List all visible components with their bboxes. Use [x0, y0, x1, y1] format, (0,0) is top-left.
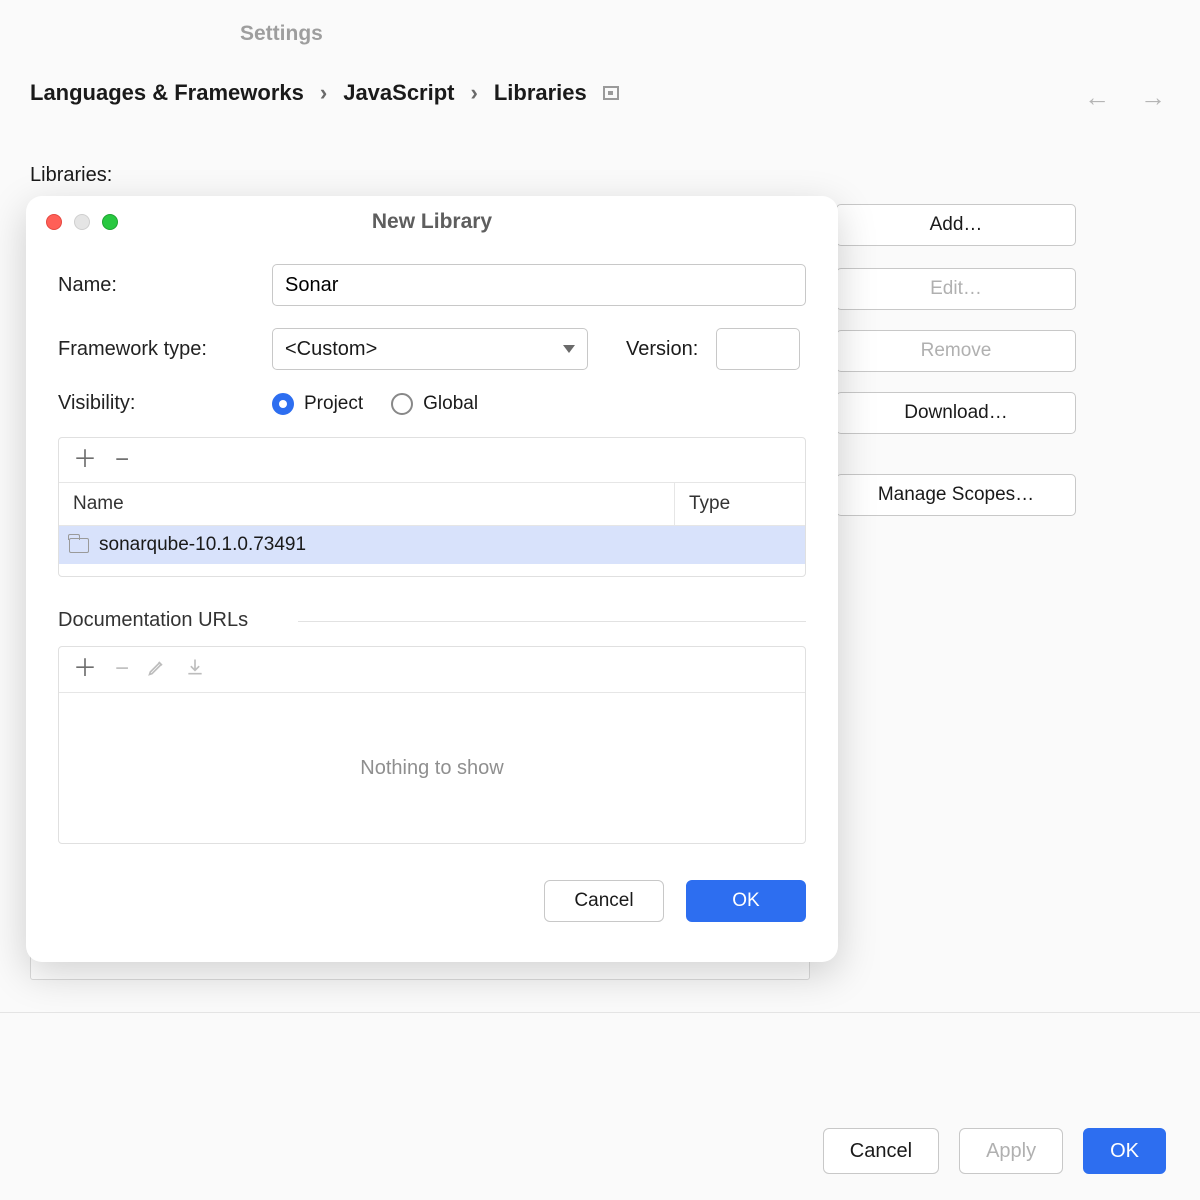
- chevron-right-icon: [320, 80, 327, 106]
- name-label: Name:: [58, 274, 254, 297]
- manage-scopes-button[interactable]: Manage Scopes…: [836, 474, 1076, 516]
- version-label: Version:: [626, 338, 698, 361]
- libraries-label: Libraries:: [30, 164, 112, 187]
- breadcrumb-level-1[interactable]: Languages & Frameworks: [30, 80, 304, 106]
- breadcrumb-level-3[interactable]: Libraries: [494, 80, 587, 106]
- breadcrumb-level-2[interactable]: JavaScript: [343, 80, 454, 106]
- visibility-global-radio[interactable]: Global: [391, 393, 478, 415]
- column-name-header[interactable]: Name: [59, 483, 675, 525]
- settings-cancel-button[interactable]: Cancel: [823, 1128, 939, 1174]
- settings-apply-button[interactable]: Apply: [959, 1128, 1063, 1174]
- column-type-header[interactable]: Type: [675, 483, 805, 525]
- download-button[interactable]: Download…: [836, 392, 1076, 434]
- empty-state-text: Nothing to show: [59, 693, 805, 843]
- folder-icon: [69, 538, 89, 553]
- framework-type-select[interactable]: <Custom>: [272, 328, 588, 370]
- add-button[interactable]: Add…: [836, 204, 1076, 246]
- visibility-project-label: Project: [304, 393, 363, 415]
- edit-icon[interactable]: [147, 657, 167, 682]
- new-library-dialog: New Library Name: Framework type: <Custo…: [26, 196, 838, 962]
- remove-icon[interactable]: −: [115, 657, 129, 682]
- forward-arrow-icon[interactable]: →: [1140, 82, 1166, 113]
- dialog-cancel-button[interactable]: Cancel: [544, 880, 664, 922]
- framework-type-label: Framework type:: [58, 338, 254, 361]
- add-icon[interactable]: ＋: [73, 657, 97, 682]
- add-icon[interactable]: ＋: [73, 448, 97, 472]
- edit-button[interactable]: Edit…: [836, 268, 1076, 310]
- back-arrow-icon[interactable]: ←: [1084, 82, 1110, 113]
- documentation-urls-title: Documentation URLs: [58, 609, 806, 632]
- settings-ok-button[interactable]: OK: [1083, 1128, 1166, 1174]
- library-items-panel: ＋ − Name Type sonarqube-10.1.0.73491: [58, 437, 806, 577]
- divider: [0, 1012, 1200, 1013]
- collapse-icon[interactable]: [603, 86, 619, 100]
- library-item-name: sonarqube-10.1.0.73491: [99, 534, 306, 556]
- chevron-right-icon: [471, 80, 478, 106]
- radio-icon: [272, 393, 294, 415]
- remove-button[interactable]: Remove: [836, 330, 1076, 372]
- name-input[interactable]: [272, 264, 806, 306]
- table-row[interactable]: sonarqube-10.1.0.73491: [59, 526, 805, 564]
- settings-title: Settings: [240, 22, 323, 46]
- visibility-label: Visibility:: [58, 392, 254, 415]
- breadcrumb: Languages & Frameworks JavaScript Librar…: [30, 80, 1090, 106]
- remove-icon[interactable]: −: [115, 448, 129, 472]
- documentation-urls-panel: ＋ − Nothing to show: [58, 646, 806, 844]
- bottom-bar: Cancel Apply OK: [823, 1128, 1166, 1174]
- version-input[interactable]: [716, 328, 800, 370]
- dialog-title: New Library: [26, 210, 838, 234]
- chevron-down-icon: [563, 345, 575, 353]
- visibility-global-label: Global: [423, 393, 478, 415]
- dialog-ok-button[interactable]: OK: [686, 880, 806, 922]
- download-icon[interactable]: [185, 657, 205, 682]
- visibility-project-radio[interactable]: Project: [272, 393, 363, 415]
- radio-icon: [391, 393, 413, 415]
- framework-type-value: <Custom>: [285, 338, 377, 361]
